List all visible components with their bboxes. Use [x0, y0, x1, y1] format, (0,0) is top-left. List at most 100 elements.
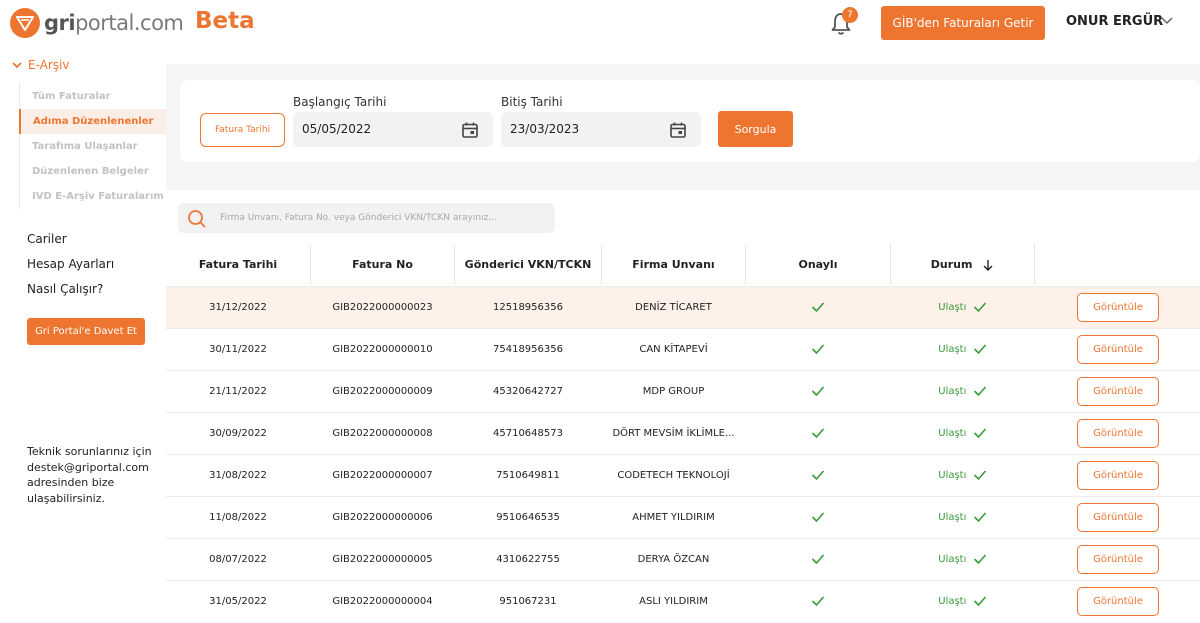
view-button[interactable]: Görüntüle	[1077, 377, 1159, 406]
calendar-icon[interactable]	[461, 121, 479, 139]
view-button[interactable]: Görüntüle	[1077, 461, 1159, 490]
cell-invoice-date: 31/08/2022	[209, 470, 267, 481]
view-button[interactable]: Görüntüle	[1077, 545, 1159, 574]
table-header: Fatura Tarihi Fatura No Gönderici VKN/TC…	[166, 245, 1200, 285]
sidebar-item-issued-docs[interactable]: Düzenlenen Belgeler	[20, 159, 166, 184]
calendar-icon[interactable]	[669, 121, 687, 139]
view-button[interactable]: Görüntüle	[1077, 335, 1159, 364]
cell-invoice-no: GIB2022000000006	[332, 512, 433, 523]
sidebar-item-cariler[interactable]: Cariler	[27, 229, 114, 254]
end-date-label: Bitiş Tarihi	[501, 95, 563, 109]
table-row[interactable]: 21/11/2022 GIB2022000000009 45320642727 MDP…	[166, 370, 1200, 412]
arrow-down-icon[interactable]	[982, 259, 994, 271]
search-input[interactable]	[220, 203, 550, 233]
col-firm-name[interactable]: Firma Unvanı	[602, 245, 745, 285]
table-row[interactable]: 30/11/2022 GIB2022000000010 75418956356 CAN…	[166, 328, 1200, 370]
search-box[interactable]	[178, 203, 555, 233]
cell-invoice-no: GIB2022000000010	[332, 344, 433, 355]
sidebar-item-issued-to-me[interactable]: Adıma Düzenlenenler	[19, 109, 166, 134]
cell-status: Ulaştı	[891, 539, 1034, 581]
cell-sender-vkn: 951067231	[499, 596, 557, 607]
cell-firm-name: ASLI YILDIRIM	[639, 596, 708, 607]
check-icon	[811, 386, 825, 397]
cell-approved	[746, 455, 890, 497]
gib-fetch-button[interactable]: GİB'den Faturaları Getir	[881, 6, 1045, 40]
start-date-label: Başlangıç Tarihi	[293, 95, 387, 109]
table-row[interactable]: 31/08/2022 GIB2022000000007 7510649811 CODE…	[166, 454, 1200, 496]
chevron-down-icon[interactable]	[1160, 14, 1174, 28]
start-date-value: 05/05/2022	[302, 122, 372, 136]
status-text: Ulaştı	[938, 344, 967, 355]
col-invoice-date[interactable]: Fatura Tarihi	[166, 245, 310, 285]
check-icon	[811, 302, 825, 313]
sidebar-section-earsiv[interactable]: E-Arşiv	[12, 58, 69, 72]
cell-firm-name: DÖRT MEVSİM İKLİMLE...	[612, 428, 735, 439]
cell-approved	[746, 413, 890, 455]
end-date-field[interactable]: 23/03/2023	[501, 112, 701, 147]
beta-label: Beta	[195, 8, 255, 34]
cell-invoice-no: GIB2022000000004	[332, 596, 433, 607]
cell-approved	[746, 329, 890, 371]
cell-approved	[746, 539, 890, 581]
check-icon	[811, 428, 825, 439]
col-status-label: Durum	[930, 258, 973, 271]
check-icon	[811, 596, 825, 607]
cell-firm-name: DENİZ TİCARET	[635, 302, 712, 313]
table-row[interactable]: 08/07/2022 GIB2022000000005 4310622755 DERY…	[166, 538, 1200, 580]
status-text: Ulaştı	[938, 512, 967, 523]
cell-sender-vkn: 4310622755	[496, 554, 560, 565]
cell-sender-vkn: 9510646535	[496, 512, 560, 523]
sidebar-item-how-it-works[interactable]: Nasıl Çalışır?	[27, 279, 114, 304]
cell-firm-name: CAN KİTAPEVİ	[639, 344, 708, 355]
search-icon	[188, 210, 206, 228]
cell-invoice-no: GIB2022000000009	[332, 386, 433, 397]
table-row[interactable]: 31/05/2022 GIB2022000000004 951067231 ASLI …	[166, 580, 1200, 622]
end-date-value: 23/03/2023	[510, 122, 580, 136]
notification-badge: 7	[842, 7, 858, 23]
logo-icon	[10, 8, 40, 38]
cell-status: Ulaştı	[891, 497, 1034, 539]
check-icon	[811, 554, 825, 565]
cell-invoice-no: GIB2022000000007	[332, 470, 433, 481]
check-icon	[811, 344, 825, 355]
user-name[interactable]: ONUR ERGÜR	[1066, 14, 1163, 29]
cell-status: Ulaştı	[891, 413, 1034, 455]
table-row[interactable]: 30/09/2022 GIB2022000000008 45710648573 DÖR…	[166, 412, 1200, 454]
view-button[interactable]: Görüntüle	[1077, 503, 1159, 532]
check-icon	[973, 344, 986, 355]
cell-invoice-no: GIB2022000000008	[332, 428, 433, 439]
cell-invoice-date: 21/11/2022	[209, 386, 267, 397]
cell-sender-vkn: 7510649811	[496, 470, 560, 481]
sidebar-item-received[interactable]: Tarafıma Ulaşanlar	[20, 134, 166, 159]
sidebar-item-all-invoices[interactable]: Tüm Faturalar	[20, 84, 166, 109]
invite-button[interactable]: Gri Portal'e Davet Et	[27, 318, 145, 345]
cell-firm-name: DERYA ÖZCAN	[637, 554, 710, 565]
cell-sender-vkn: 75418956356	[493, 344, 563, 355]
col-approved[interactable]: Onaylı	[746, 245, 890, 285]
logo-text: griportal.com	[44, 11, 184, 35]
view-button[interactable]: Görüntüle	[1077, 419, 1159, 448]
query-button[interactable]: Sorgula	[718, 111, 793, 147]
check-icon	[973, 512, 986, 523]
status-text: Ulaştı	[938, 470, 967, 481]
logo[interactable]: griportal.com	[10, 8, 184, 38]
status-text: Ulaştı	[938, 302, 967, 313]
cell-sender-vkn: 12518956356	[493, 302, 563, 313]
cell-invoice-date: 08/07/2022	[209, 554, 267, 565]
sidebar-item-account-settings[interactable]: Hesap Ayarları	[27, 254, 114, 279]
view-button[interactable]: Görüntüle	[1077, 293, 1159, 322]
col-status[interactable]: Durum	[891, 245, 1034, 285]
col-invoice-no[interactable]: Fatura No	[311, 245, 454, 285]
cell-invoice-date: 11/08/2022	[209, 512, 267, 523]
view-button[interactable]: Görüntüle	[1077, 587, 1159, 616]
table-row[interactable]: 31/12/2022 GIB2022000000023 12518956356 DEN…	[166, 286, 1200, 328]
sidebar-item-ivd-invoices[interactable]: IVD E-Arşiv Faturalarım	[20, 184, 166, 209]
col-separator	[1034, 245, 1035, 285]
cell-invoice-date: 30/09/2022	[209, 428, 267, 439]
start-date-field[interactable]: 05/05/2022	[293, 112, 493, 147]
table-row[interactable]: 11/08/2022 GIB2022000000006 9510646535 AHME…	[166, 496, 1200, 538]
status-text: Ulaştı	[938, 596, 967, 607]
col-sender-vkn[interactable]: Gönderici VKN/TCKN	[455, 245, 601, 285]
cell-sender-vkn: 45320642727	[493, 386, 563, 397]
invoice-date-filter-button[interactable]: Fatura Tarihi	[200, 113, 285, 147]
